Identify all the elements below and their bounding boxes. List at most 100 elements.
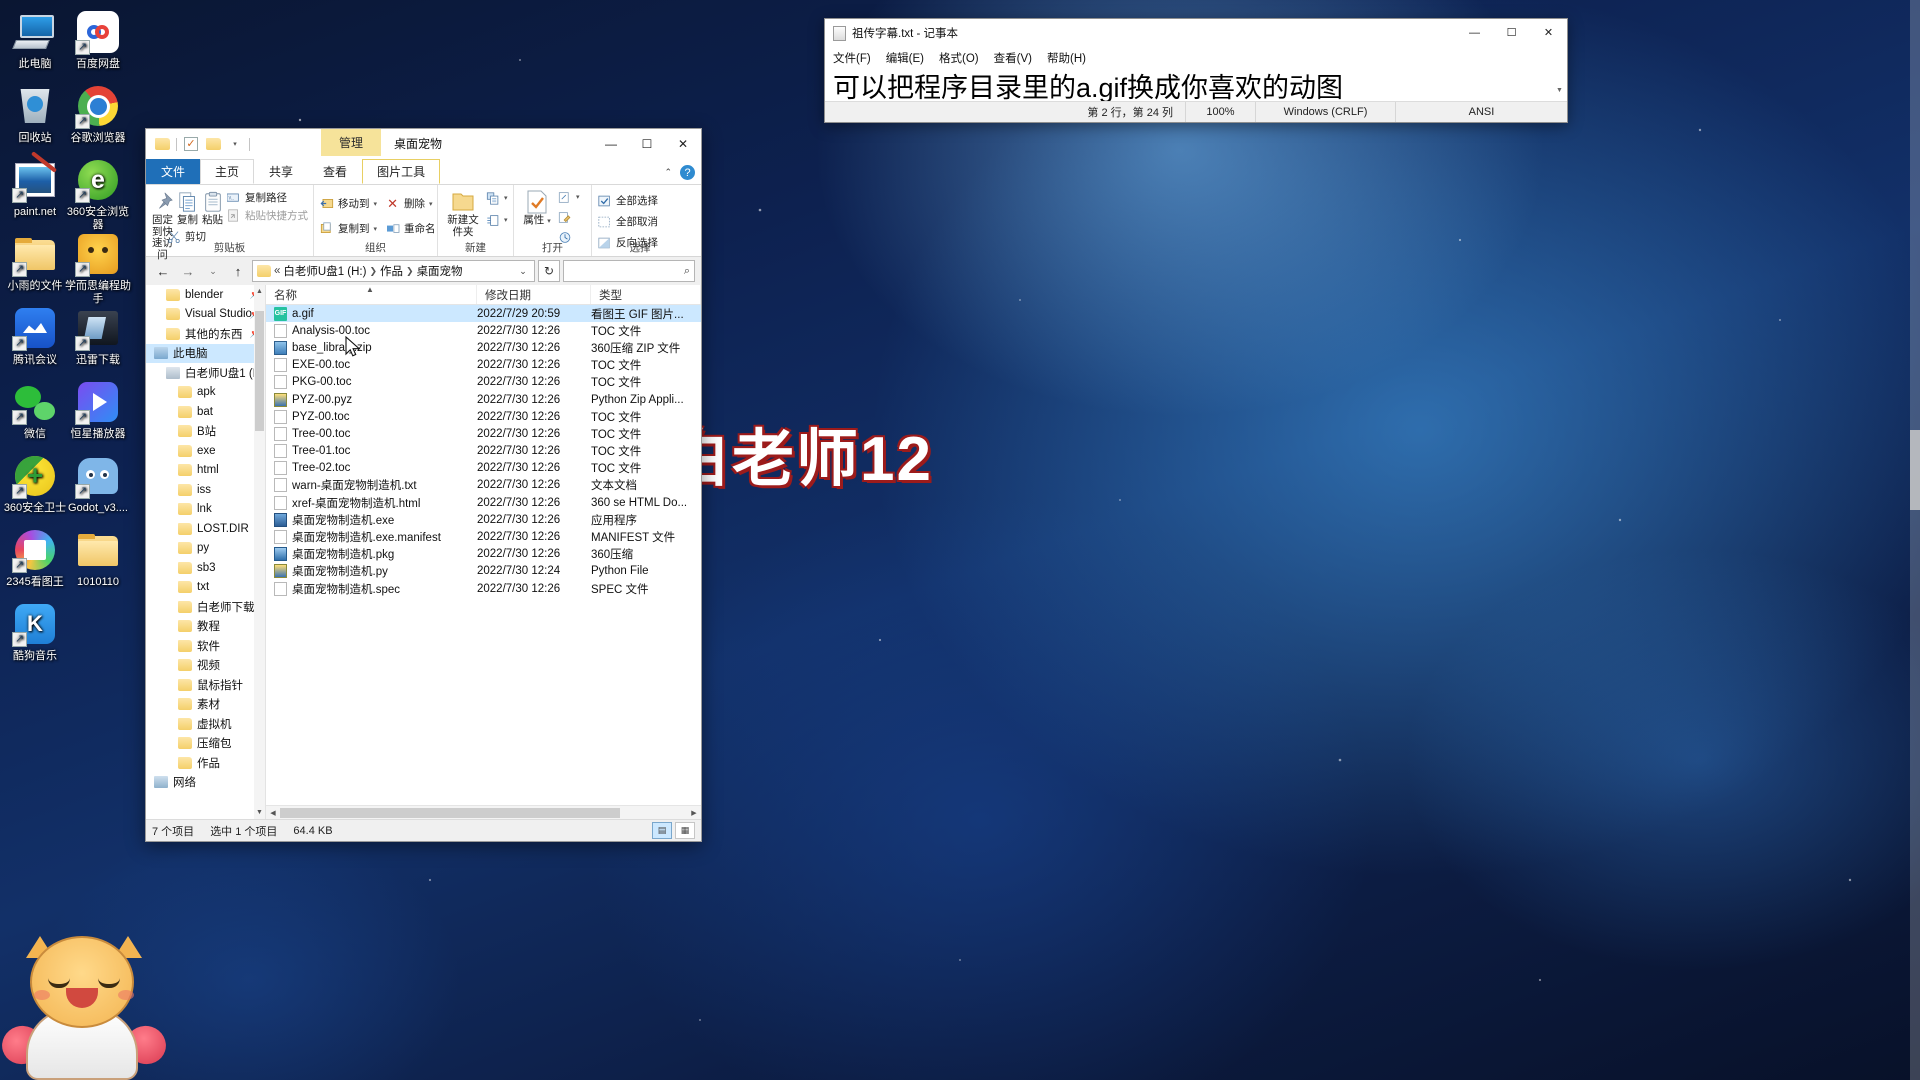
select-none-button[interactable]: 全部取消 <box>597 214 658 229</box>
desktop-icon-4[interactable]: ↗ 谷歌浏览器 <box>65 84 131 145</box>
scrollbar-thumb[interactable] <box>255 311 264 431</box>
desktop-icon-3[interactable]: 回收站 <box>2 84 68 145</box>
breadcrumb-item-0[interactable]: 白老师U盘1 (H:) <box>283 263 366 279</box>
breadcrumb-item-1[interactable]: 作品 <box>380 263 403 279</box>
quick-access-toolbar[interactable]: ✓ ▾ <box>154 137 250 152</box>
scroll-up-arrow[interactable]: ▲ <box>1552 97 1567 102</box>
nav-item-24[interactable]: 压缩包 <box>146 734 265 754</box>
ribbon-tab-strip[interactable]: 文件 主页 共享 查看 图片工具 ⌃ ? <box>146 159 701 185</box>
ribbon-tab-strip-right[interactable]: ⌃ ? <box>664 165 695 180</box>
properties-button[interactable]: 属性 ▾ <box>519 187 555 228</box>
ribbon-tab-1[interactable]: 文件 <box>146 159 201 184</box>
table-row[interactable]: EXE-00.toc 2022/7/30 12:26 TOC 文件 <box>266 357 701 374</box>
desktop-pet-mascot[interactable] <box>0 905 171 1080</box>
collapse-ribbon-icon[interactable]: ⌃ <box>664 167 672 178</box>
table-row[interactable]: Tree-00.toc 2022/7/30 12:26 TOC 文件 <box>266 425 701 442</box>
table-row[interactable]: warn-桌面宠物制造机.txt 2022/7/30 12:26 文本文档 <box>266 477 701 494</box>
notepad-title-bar[interactable]: 祖传字幕.txt - 记事本 — ☐ ✕ <box>825 19 1567 47</box>
nav-item-18[interactable]: 教程 <box>146 617 265 637</box>
chevron-down-icon[interactable]: ▾ <box>429 200 433 208</box>
screen-recording-scrollbar[interactable] <box>1910 0 1920 1080</box>
chevron-down-icon[interactable]: ▾ <box>576 193 580 201</box>
notepad-window[interactable]: 祖传字幕.txt - 记事本 — ☐ ✕ 文件(F) 编辑(E) 格式(O) 查看(V… <box>824 18 1568 123</box>
back-button[interactable]: ← <box>152 260 174 282</box>
explorer-title-bar[interactable]: ✓ ▾ 管理 桌面宠物 — ☐ ✕ <box>146 129 701 159</box>
chevron-down-icon[interactable]: ▾ <box>374 225 378 233</box>
maximize-button[interactable]: ☐ <box>1493 19 1530 46</box>
address-bar[interactable]: ← → ⌄ ↑ « 白老师U盘1 (H:) ❯ 作品 ❯ 桌面宠物 ⌄ ↻ ⌕ <box>146 257 701 285</box>
table-row[interactable]: 桌面宠物制造机.pkg 2022/7/30 12:26 360压缩 <box>266 546 701 563</box>
chevron-right-icon[interactable]: ❯ <box>406 266 414 277</box>
desktop-icon-15[interactable]: ↗ 2345看图王 <box>2 528 68 589</box>
chevron-down-icon[interactable]: ▾ <box>504 194 508 202</box>
nav-item-9[interactable]: exe <box>146 441 265 461</box>
nav-item-20[interactable]: 视频 <box>146 656 265 676</box>
nav-item-6[interactable]: apk <box>146 383 265 403</box>
delete-button[interactable]: ✕ 删除 ▾ <box>385 196 436 211</box>
chevron-down-icon[interactable]: ⌄ <box>514 266 532 277</box>
scroll-down-arrow[interactable]: ▼ <box>1552 83 1567 97</box>
contextual-tab-header[interactable]: 管理 <box>321 129 381 156</box>
nav-item-25[interactable]: 作品 <box>146 753 265 773</box>
close-button[interactable]: ✕ <box>665 129 701 158</box>
file-rows[interactable]: GIF a.gif 2022/7/29 20:59 看图王 GIF 图片... Anal… <box>266 305 701 805</box>
notepad-menu-bar[interactable]: 文件(F) 编辑(E) 格式(O) 查看(V) 帮助(H) <box>825 47 1567 69</box>
nav-item-19[interactable]: 软件 <box>146 636 265 656</box>
file-explorer-window[interactable]: ✓ ▾ 管理 桌面宠物 — ☐ ✕ 文件 主页 共享 查看 图片工具 ⌃ ? 固… <box>145 128 702 842</box>
table-row[interactable]: 桌面宠物制造机.exe.manifest 2022/7/30 12:26 MANIF… <box>266 528 701 545</box>
column-header-type[interactable]: 类型 <box>591 285 701 304</box>
rename-button[interactable]: 重命名 <box>385 221 436 236</box>
table-row[interactable]: 桌面宠物制造机.spec 2022/7/30 12:26 SPEC 文件 <box>266 580 701 597</box>
chevron-right-icon[interactable]: ❯ <box>369 266 377 277</box>
easy-access-button[interactable]: ▾ <box>485 213 508 227</box>
new-folder-icon[interactable] <box>205 137 221 152</box>
navigation-pane[interactable]: blender📌Visual Studio📌其他的东西📌 此电脑白老师U盘1 (H… <box>146 285 266 819</box>
open-small-buttons[interactable]: ▾ <box>557 187 580 244</box>
chevron-down-icon[interactable]: ▾ <box>227 137 243 152</box>
navigation-list[interactable]: blender📌Visual Studio📌其他的东西📌 此电脑白老师U盘1 (H… <box>146 285 265 792</box>
help-icon[interactable]: ? <box>680 165 695 180</box>
ribbon-tab-4[interactable]: 查看 <box>308 159 362 184</box>
notepad-menu-item-3[interactable]: 格式(O) <box>939 50 979 66</box>
minimize-button[interactable]: — <box>593 129 629 158</box>
nav-item-22[interactable]: 素材 <box>146 695 265 715</box>
scroll-up-arrow[interactable]: ▲ <box>254 285 265 298</box>
nav-item-7[interactable]: bat <box>146 402 265 422</box>
nav-item-3[interactable]: 其他的东西📌 <box>146 324 265 344</box>
folder-icon[interactable] <box>154 137 170 152</box>
nav-item-15[interactable]: sb3 <box>146 558 265 578</box>
desktop-icon-17[interactable]: K ↗ 酷狗音乐 <box>2 602 68 663</box>
paste-button[interactable]: 粘贴 <box>201 187 224 227</box>
breadcrumb-item-2[interactable]: 桌面宠物 <box>417 263 463 279</box>
organize-col-2[interactable]: ✕ 删除 ▾ 重命名 <box>385 193 436 236</box>
minimize-button[interactable]: — <box>1456 19 1493 46</box>
column-headers[interactable]: 名称 修改日期 类型 ▲ <box>266 285 701 305</box>
nav-item-1[interactable]: blender📌 <box>146 285 265 305</box>
notepad-window-controls[interactable]: — ☐ ✕ <box>1456 19 1567 46</box>
table-row[interactable]: 桌面宠物制造机.py 2022/7/30 12:24 Python File <box>266 563 701 580</box>
recent-locations-button[interactable]: ⌄ <box>202 260 224 282</box>
copy-path-button[interactable]: \\.. 复制路径 <box>226 190 308 205</box>
desktop-icon-12[interactable]: ↗ 恒星播放器 <box>65 380 131 441</box>
file-list-pane[interactable]: 名称 修改日期 类型 ▲ GIF a.gif 2022/7/29 20:59 看图王 … <box>266 285 701 819</box>
chevron-down-icon[interactable]: ▾ <box>504 216 508 224</box>
new-item-button[interactable]: ▾ <box>485 191 508 205</box>
file-list-horizontal-scrollbar[interactable]: ◀ ▶ <box>266 805 701 819</box>
desktop-icon-16[interactable]: 1010110 <box>65 528 131 589</box>
view-mode-buttons[interactable]: ▤ ▦ <box>652 822 695 839</box>
table-row[interactable]: xref-桌面宠物制造机.html 2022/7/30 12:26 360 se H… <box>266 494 701 511</box>
notepad-menu-item-4[interactable]: 查看(V) <box>994 50 1032 66</box>
desktop-icon-14[interactable]: ↗ Godot_v3.... <box>65 454 131 515</box>
organize-buttons-row[interactable]: 移动到 ▾ 复制到 ▾ ✕ 删除 ▾ 重命名 <box>319 187 436 236</box>
search-input[interactable]: ⌕ <box>563 260 695 282</box>
desktop-icon-2[interactable]: ↗ 百度网盘 <box>65 10 131 71</box>
close-button[interactable]: ✕ <box>1530 19 1567 46</box>
scrollbar-thumb[interactable] <box>280 808 620 818</box>
search-icon[interactable]: ⌕ <box>684 265 690 278</box>
notepad-menu-item-2[interactable]: 编辑(E) <box>886 50 924 66</box>
nav-item-26[interactable]: 网络 <box>146 773 265 793</box>
copy-button[interactable]: 复制 <box>176 187 199 227</box>
chevron-down-icon[interactable]: ▾ <box>374 200 378 208</box>
nav-item-14[interactable]: py <box>146 539 265 559</box>
table-row[interactable]: PKG-00.toc 2022/7/30 12:26 TOC 文件 <box>266 374 701 391</box>
